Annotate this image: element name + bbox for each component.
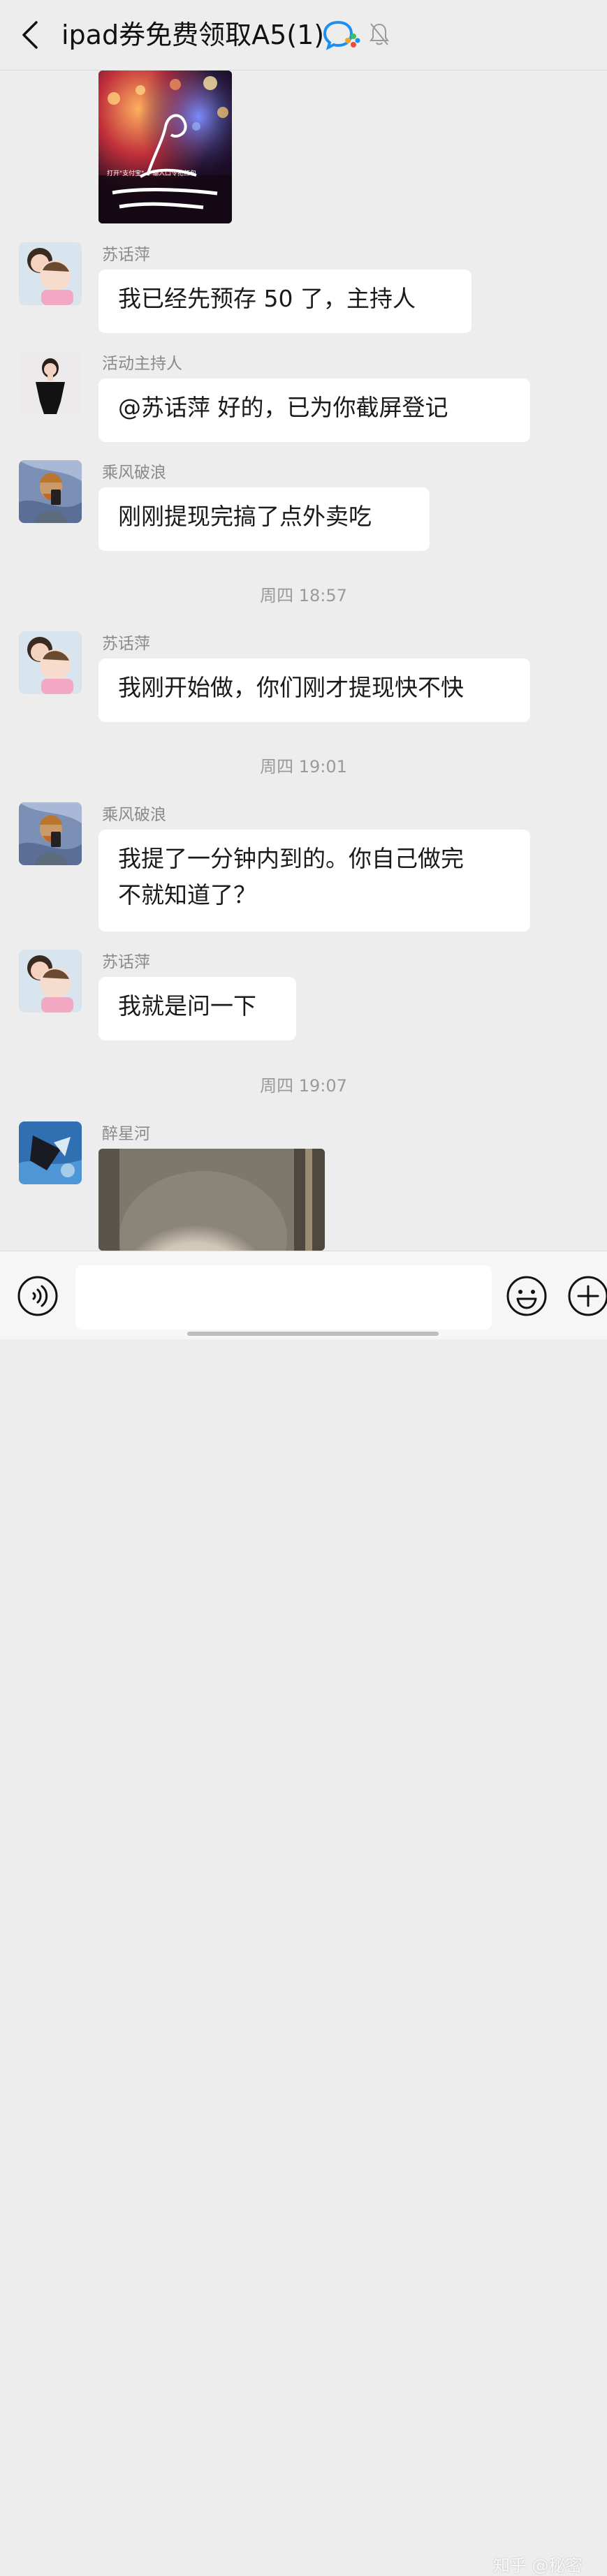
- avatar[interactable]: [19, 351, 82, 414]
- bell-muted-icon: [370, 23, 389, 45]
- home-indicator: [187, 1332, 439, 1336]
- wecom-logo-icon: [323, 20, 360, 50]
- avatar[interactable]: [19, 802, 82, 865]
- input-bar: 知乎 @秘密: [0, 1251, 607, 2575]
- sender-name: 乘风破浪: [102, 806, 166, 824]
- photo-image: [98, 1149, 325, 1251]
- red-packet-image: 打开"支付宝"… 输入口令抢红包: [98, 71, 232, 223]
- message-bubble[interactable]: 我提了一分钟内到的。你自己做完 不就知道了？: [98, 830, 530, 932]
- avatar[interactable]: [19, 242, 82, 305]
- image-caption: 打开"支付宝"… 输入口令抢红包: [107, 169, 196, 177]
- sender-name: 苏话萍: [102, 246, 150, 264]
- message-bubble[interactable]: 我刚开始做，你们刚才提现快不快: [98, 658, 530, 722]
- emoji-icon[interactable]: [506, 1275, 548, 1317]
- message-bubble[interactable]: 我已经先预存 50 了，主持人: [98, 270, 471, 333]
- avatar[interactable]: [19, 1121, 82, 1184]
- message-line: 我提了一分钟内到的。你自己做完: [118, 845, 464, 872]
- sender-name: 活动主持人: [102, 355, 182, 373]
- image-message[interactable]: 打开"支付宝"… 输入口令抢红包: [98, 71, 232, 223]
- image-message[interactable]: [98, 1149, 325, 1251]
- message-bubble[interactable]: 我就是问一下: [98, 977, 296, 1040]
- chat-title: ipad券免费领取A5(1): [61, 20, 325, 50]
- avatar[interactable]: [19, 460, 82, 523]
- message-line: 不就知道了？: [118, 881, 256, 908]
- timestamp: 周四 19:01: [260, 757, 347, 777]
- timestamp: 周四 19:07: [260, 1076, 347, 1096]
- timestamp: 周四 18:57: [260, 586, 347, 605]
- message-bubble[interactable]: @苏话萍 好的，已为你截屏登记: [98, 378, 530, 442]
- sender-name: 乘风破浪: [102, 464, 166, 482]
- avatar[interactable]: [19, 950, 82, 1013]
- plus-icon[interactable]: [567, 1275, 607, 1317]
- watermark: 知乎 @秘密: [493, 2556, 583, 2575]
- message-list[interactable]: 打开"支付宝"… 输入口令抢红包 苏话萍 我已经先预存 50 了，主持人 活动主…: [0, 71, 607, 1251]
- message-bubble[interactable]: 刚刚提现完搞了点外卖吃: [98, 487, 430, 551]
- chat-header: ipad券免费领取A5(1): [0, 0, 607, 71]
- sender-name: 苏话萍: [102, 635, 150, 653]
- sender-name: 苏话萍: [102, 953, 150, 971]
- chevron-left-icon[interactable]: [20, 20, 41, 50]
- sender-name: 醉星河: [102, 1125, 150, 1143]
- avatar[interactable]: [19, 631, 82, 694]
- voice-icon[interactable]: [17, 1275, 59, 1317]
- message-input[interactable]: [75, 1265, 492, 1330]
